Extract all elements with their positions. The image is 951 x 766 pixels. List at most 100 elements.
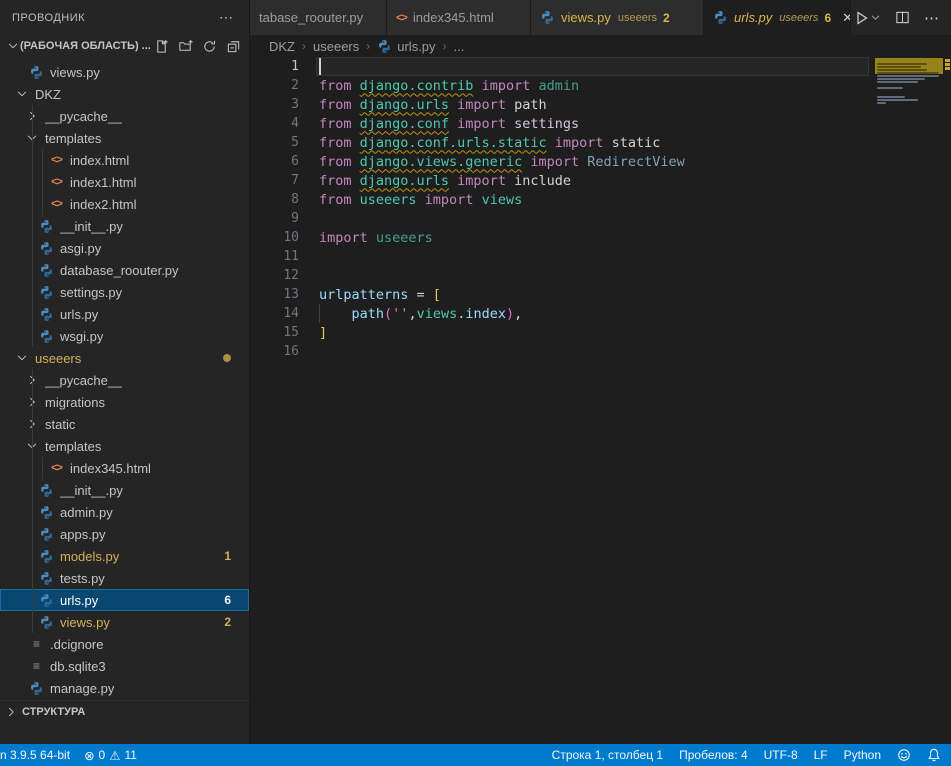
collapse-all-button[interactable]: [226, 39, 241, 54]
tree-item-asgi-py[interactable]: asgi.py: [0, 237, 249, 259]
py-icon: [39, 571, 54, 586]
tree-item-pycache[interactable]: __pycache__: [0, 105, 249, 127]
tree-item-apps-py[interactable]: apps.py: [0, 523, 249, 545]
tree-item-views-py[interactable]: views.py: [0, 61, 249, 83]
tree-item-index1-html[interactable]: <>index1.html: [0, 171, 249, 193]
line-text: from django.urls import path: [319, 97, 547, 113]
tab-index345-html[interactable]: <>index345.html: [387, 0, 531, 35]
code-line-13[interactable]: 13urlpatterns = [: [250, 285, 871, 304]
feedback-button[interactable]: [897, 748, 911, 762]
breadcrumb-item--[interactable]: ...: [454, 39, 465, 54]
problems-status[interactable]: ⊗ 0 ⚠ 11: [84, 748, 137, 763]
code-line-10[interactable]: 10import useeers: [250, 228, 871, 247]
tree-item-wsgi-py[interactable]: wsgi.py: [0, 325, 249, 347]
code-line-15[interactable]: 15]: [250, 323, 871, 342]
breadcrumb-item-useeers[interactable]: useeers: [313, 39, 359, 54]
status-item-utf-8[interactable]: UTF-8: [764, 748, 798, 762]
workspace-section-header[interactable]: (РАБОЧАЯ ОБЛАСТЬ) ...: [0, 35, 249, 57]
refresh-button[interactable]: [202, 39, 217, 54]
tree-item-pycache[interactable]: __pycache__: [0, 369, 249, 391]
overview-warning-mark: [945, 67, 950, 70]
more-actions-button[interactable]: ⋯: [924, 9, 939, 27]
code-line-4[interactable]: 4from django.conf import settings: [250, 114, 871, 133]
tree-item-tests-py[interactable]: tests.py: [0, 567, 249, 589]
status-item-строка-1-столбец-1[interactable]: Строка 1, столбец 1: [552, 748, 663, 762]
breadcrumb-item-dkz[interactable]: DKZ: [269, 39, 295, 54]
tree-item-settings-py[interactable]: settings.py: [0, 281, 249, 303]
tree-item-index2-html[interactable]: <>index2.html: [0, 193, 249, 215]
code-line-11[interactable]: 11: [250, 247, 871, 266]
tab-label: urls.py: [734, 10, 772, 25]
tree-item-models-py[interactable]: models.py1: [0, 545, 249, 567]
code-line-16[interactable]: 16: [250, 342, 871, 361]
close-icon[interactable]: ✕: [840, 10, 851, 26]
notifications-bell-button[interactable]: [927, 748, 941, 762]
split-editor-button[interactable]: [895, 10, 910, 25]
tree-item-label: index.html: [70, 153, 129, 168]
py-icon: [39, 219, 54, 234]
tree-item-database-roouter-py[interactable]: database_roouter.py: [0, 259, 249, 281]
python-interpreter-status[interactable]: n 3.9.5 64-bit: [0, 748, 70, 762]
tree-item-db-sqlite3[interactable]: ≡db.sqlite3: [0, 655, 249, 677]
py-file-icon: [38, 527, 55, 542]
code-line-6[interactable]: 6from django.views.generic import Redire…: [250, 152, 871, 171]
status-item-python[interactable]: Python: [844, 748, 881, 762]
tree-item-templates[interactable]: templates: [0, 127, 249, 149]
tree-item-urls-py[interactable]: urls.py6: [0, 589, 249, 611]
editor-actions: ⋯: [851, 0, 951, 35]
overview-ruler[interactable]: [944, 57, 951, 177]
line-text: ]: [319, 325, 327, 341]
code-line-9[interactable]: 9: [250, 209, 871, 228]
status-item-lf[interactable]: LF: [814, 748, 828, 762]
line-number: 6: [250, 154, 299, 169]
tree-item-admin-py[interactable]: admin.py: [0, 501, 249, 523]
outline-section-header[interactable]: СТРУКТУРА: [0, 700, 249, 722]
code-line-2[interactable]: 2from django.contrib import admin: [250, 76, 871, 95]
tree-item-dcignore[interactable]: ≡.dcignore: [0, 633, 249, 655]
tree-item-index345-html[interactable]: <>index345.html: [0, 457, 249, 479]
tree-item-static[interactable]: static: [0, 413, 249, 435]
tab-tabase-roouter-py[interactable]: tabase_roouter.py: [250, 0, 387, 35]
html-icon: <>: [51, 198, 62, 210]
tree-item-init-py[interactable]: __init__.py: [0, 215, 249, 237]
tree-item-migrations[interactable]: migrations: [0, 391, 249, 413]
tree-item-views-py[interactable]: views.py2: [0, 611, 249, 633]
tab-views-py[interactable]: views.pyuseeers2: [531, 0, 704, 35]
tree-item-manage-py[interactable]: manage.py: [0, 677, 249, 699]
run-button[interactable]: [854, 10, 881, 26]
breadcrumb-item-urls-py[interactable]: urls.py: [377, 39, 435, 54]
tree-item-label: templates: [45, 131, 101, 146]
indent-guide: [32, 193, 33, 215]
new-folder-button[interactable]: [178, 39, 193, 54]
tree-item-templates[interactable]: templates: [0, 435, 249, 457]
minimap-line: [877, 87, 903, 89]
tab-urls-py[interactable]: urls.pyuseeers6✕: [704, 0, 851, 35]
line-text: path('',views.index),: [319, 306, 522, 322]
code-editor[interactable]: 12from django.contrib import admin3from …: [250, 57, 871, 744]
tree-item-init-py[interactable]: __init__.py: [0, 479, 249, 501]
py-icon: [39, 593, 54, 608]
line-text: import useeers: [319, 230, 433, 246]
code-line-8[interactable]: 8from useeers import views: [250, 190, 871, 209]
code-line-12[interactable]: 12: [250, 266, 871, 285]
bell-icon: [927, 748, 941, 762]
code-line-14[interactable]: 14 path('',views.index),: [250, 304, 871, 323]
py-file-icon: [38, 593, 55, 608]
code-line-1[interactable]: 1: [250, 57, 871, 76]
tree-item-dkz[interactable]: DKZ: [0, 83, 249, 105]
tree-item-urls-py[interactable]: urls.py: [0, 303, 249, 325]
new-file-button[interactable]: [154, 39, 169, 54]
explorer-more-button[interactable]: ⋯: [215, 9, 237, 26]
tree-item-index-html[interactable]: <>index.html: [0, 149, 249, 171]
minimap[interactable]: [875, 57, 943, 177]
py-file-icon: [377, 39, 392, 54]
indent-guide: [42, 457, 43, 479]
code-line-5[interactable]: 5from django.conf.urls.static import sta…: [250, 133, 871, 152]
code-line-7[interactable]: 7from django.urls import include: [250, 171, 871, 190]
status-item-пробелов-4[interactable]: Пробелов: 4: [679, 748, 748, 762]
line-text: from django.urls import include: [319, 173, 571, 189]
code-line-3[interactable]: 3from django.urls import path: [250, 95, 871, 114]
breadcrumb-separator: ›: [302, 39, 306, 53]
tree-item-useeers[interactable]: useeers: [0, 347, 249, 369]
breadcrumb: DKZ›useeers›urls.py›...: [250, 35, 951, 57]
